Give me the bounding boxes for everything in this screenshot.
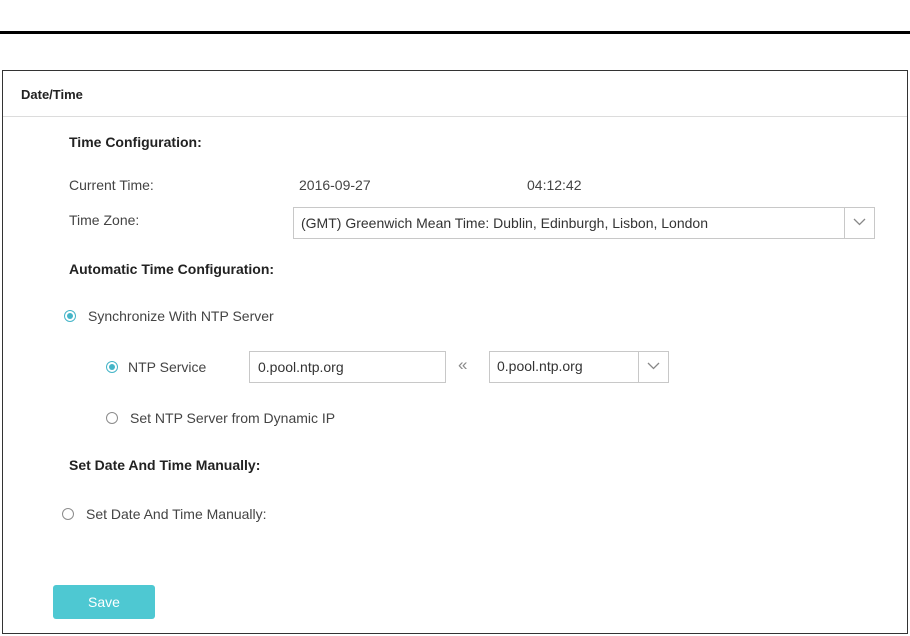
current-time-value: 04:12:42 <box>527 177 582 193</box>
sync-ntp-radio[interactable] <box>64 310 76 322</box>
dynamic-ip-radio[interactable] <box>106 412 118 424</box>
panel-title: Date/Time <box>21 87 83 102</box>
ntp-service-label: NTP Service <box>128 359 207 375</box>
chevron-down-icon[interactable] <box>844 208 874 238</box>
set-date-time-manually-heading: Set Date And Time Manually: <box>69 457 261 473</box>
manual-time-label: Set Date And Time Manually: <box>86 506 267 522</box>
date-time-panel: Date/Time Time Configuration: Current Ti… <box>2 70 908 634</box>
dynamic-ip-label: Set NTP Server from Dynamic IP <box>130 410 336 426</box>
ntp-service-radio[interactable] <box>106 361 118 373</box>
ntp-server-input[interactable] <box>249 351 446 383</box>
manual-time-radio[interactable] <box>62 508 74 520</box>
double-chevron-left-icon[interactable]: « <box>458 355 467 375</box>
chevron-down-icon[interactable] <box>638 352 668 382</box>
ntp-server-select[interactable]: 0.pool.ntp.org <box>489 351 669 383</box>
panel-header: Date/Time <box>3 71 907 117</box>
automatic-time-configuration-heading: Automatic Time Configuration: <box>69 261 275 277</box>
sync-ntp-label: Synchronize With NTP Server <box>88 308 274 324</box>
save-button[interactable]: Save <box>53 585 155 619</box>
time-configuration-heading: Time Configuration: <box>69 134 202 150</box>
time-zone-selected-value: (GMT) Greenwich Mean Time: Dublin, Edinb… <box>301 215 708 231</box>
current-time-label: Current Time: <box>69 177 154 193</box>
time-zone-select[interactable]: (GMT) Greenwich Mean Time: Dublin, Edinb… <box>293 207 875 239</box>
time-zone-label: Time Zone: <box>69 212 140 228</box>
top-divider <box>0 31 910 34</box>
current-date-value: 2016-09-27 <box>299 177 371 193</box>
ntp-server-selected-value: 0.pool.ntp.org <box>497 358 583 374</box>
